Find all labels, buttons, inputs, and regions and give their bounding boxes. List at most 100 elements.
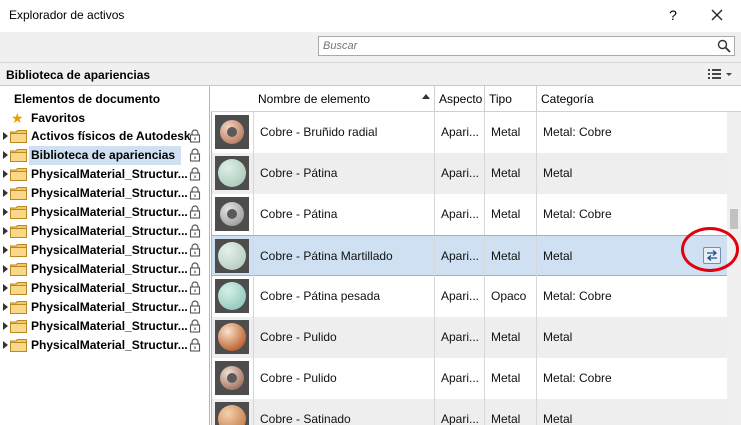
tree-item-label: PhysicalMaterial_Structur... (31, 243, 188, 257)
folder-icon (10, 320, 27, 333)
close-icon (711, 9, 723, 21)
cell-divider (434, 236, 435, 277)
cell-divider (434, 153, 435, 194)
expand-arrow-icon[interactable] (3, 303, 8, 311)
column-divider[interactable] (536, 86, 537, 112)
expand-arrow-icon[interactable] (3, 246, 8, 254)
tree-item-label: PhysicalMaterial_Structur... (31, 319, 188, 333)
row-type: Opaco (491, 289, 527, 303)
material-swatch-icon (215, 239, 249, 273)
row-category: Metal: Cobre (543, 125, 612, 139)
tree-item[interactable]: PhysicalMaterial_Structur... (0, 165, 208, 184)
lock-icon (189, 148, 201, 162)
lock-icon (189, 224, 201, 238)
expand-arrow-icon[interactable] (3, 265, 8, 273)
search-input[interactable] (319, 37, 709, 55)
table-row[interactable]: Cobre - Pátina Apari... Metal Metal (211, 153, 727, 194)
table-row[interactable]: Cobre - Pátina Apari... Metal Metal: Cobre (211, 194, 727, 235)
tree-item[interactable]: ★ Favoritos (0, 109, 208, 128)
tree-item[interactable]: Biblioteca de apariencias (0, 146, 208, 165)
pane-divider[interactable] (211, 112, 212, 425)
close-button[interactable] (704, 2, 730, 28)
tree-item[interactable]: PhysicalMaterial_Structur... (0, 222, 208, 241)
cell-divider (434, 112, 435, 153)
row-type: Metal (491, 330, 521, 344)
row-category: Metal (543, 166, 573, 180)
tree-item[interactable]: Activos físicos de Autodesk (0, 127, 208, 146)
column-divider[interactable] (484, 86, 485, 112)
column-name-header[interactable]: Nombre de elemento (258, 92, 370, 106)
expand-arrow-icon[interactable] (3, 189, 8, 197)
help-button[interactable]: ? (660, 2, 686, 28)
table-row[interactable]: Cobre - Pátina Martillado Apari... Metal Me… (211, 235, 727, 277)
tree-item[interactable]: PhysicalMaterial_Structur... (0, 184, 208, 203)
row-type: Metal (491, 125, 521, 139)
cell-divider (434, 317, 435, 358)
row-name: Cobre - Pátina (260, 207, 338, 221)
expand-arrow-icon[interactable] (3, 151, 8, 159)
library-header: Biblioteca de apariencias (0, 62, 741, 86)
row-aspect: Apari... (441, 412, 480, 425)
cell-divider (253, 317, 254, 358)
tree-item[interactable]: Elementos de documento (0, 90, 208, 109)
table-row[interactable]: Cobre - Satinado Apari... Metal Metal (211, 399, 727, 425)
tree-item[interactable]: PhysicalMaterial_Structur... (0, 336, 208, 355)
tree-item-label: PhysicalMaterial_Structur... (31, 205, 188, 219)
asset-table: Cobre - Bruñido radial Apari... Metal Metal… (211, 112, 727, 425)
tree-item[interactable]: PhysicalMaterial_Structur... (0, 298, 208, 317)
library-title: Biblioteca de apariencias (6, 68, 151, 82)
expand-arrow-icon[interactable] (3, 341, 8, 349)
title-bar: Explorador de activos ? (0, 0, 741, 32)
expand-arrow-icon[interactable] (3, 208, 8, 216)
row-name: Cobre - Pátina Martillado (260, 249, 393, 263)
material-swatch-icon (215, 402, 249, 425)
folder-icon (10, 339, 27, 352)
lock-icon (189, 319, 201, 333)
expand-arrow-icon[interactable] (3, 322, 8, 330)
star-icon: ★ (11, 110, 24, 126)
cell-divider (484, 358, 485, 399)
scrollbar-thumb[interactable] (730, 209, 738, 229)
row-aspect: Apari... (441, 289, 480, 303)
column-aspect-header[interactable]: Aspecto (439, 92, 482, 106)
search-box (318, 36, 735, 56)
row-name: Cobre - Pátina pesada (260, 289, 381, 303)
table-row[interactable]: Cobre - Pátina pesada Apari... Opaco Metal:… (211, 276, 727, 317)
search-icon[interactable] (717, 39, 731, 53)
tree-item-label: PhysicalMaterial_Structur... (31, 338, 188, 352)
cell-divider (536, 112, 537, 153)
cell-divider (434, 358, 435, 399)
column-type-header[interactable]: Tipo (489, 92, 512, 106)
row-name: Cobre - Pátina (260, 166, 338, 180)
column-header: Nombre de elemento Aspecto Tipo Categorí… (211, 86, 741, 112)
cell-divider (434, 399, 435, 425)
expand-arrow-icon[interactable] (3, 170, 8, 178)
cell-divider (253, 194, 254, 235)
expand-arrow-icon[interactable] (3, 284, 8, 292)
folder-icon (10, 244, 27, 257)
column-category-header[interactable]: Categoría (541, 92, 594, 106)
expand-arrow-icon[interactable] (3, 132, 8, 140)
folder-icon (10, 225, 27, 238)
lock-icon (189, 186, 201, 200)
table-row[interactable]: Cobre - Pulido Apari... Metal Metal (211, 317, 727, 358)
tree-item[interactable]: PhysicalMaterial_Structur... (0, 317, 208, 336)
column-divider[interactable] (434, 86, 435, 112)
table-row[interactable]: Cobre - Bruñido radial Apari... Metal Metal… (211, 112, 727, 153)
lock-icon (189, 129, 201, 143)
tree-item[interactable]: PhysicalMaterial_Structur... (0, 241, 208, 260)
expand-arrow-icon[interactable] (3, 227, 8, 235)
row-category: Metal: Cobre (543, 371, 612, 385)
row-name: Cobre - Satinado (260, 412, 351, 425)
tree-item[interactable]: PhysicalMaterial_Structur... (0, 279, 208, 298)
tree-item-label: Activos físicos de Autodesk (31, 129, 191, 143)
tree-item[interactable]: PhysicalMaterial_Structur... (0, 203, 208, 222)
vertical-scrollbar[interactable] (727, 112, 741, 425)
material-swatch-icon (215, 279, 249, 313)
table-row[interactable]: Cobre - Pulido Apari... Metal Metal: Cobre (211, 358, 727, 399)
material-swatch-icon (215, 115, 249, 149)
view-options-button[interactable] (706, 66, 736, 82)
list-view-icon (708, 69, 732, 79)
replace-asset-button[interactable] (703, 247, 721, 264)
tree-item[interactable]: PhysicalMaterial_Structur... (0, 260, 208, 279)
